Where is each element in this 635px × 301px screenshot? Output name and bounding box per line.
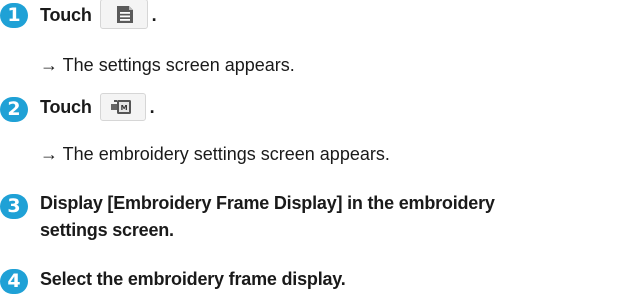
step-3-instruction-line-2: settings screen. bbox=[40, 220, 174, 240]
instruction-period: . bbox=[151, 5, 157, 25]
step-number-badge: 3 bbox=[0, 194, 28, 219]
instruction-text: Touch bbox=[40, 5, 92, 25]
step-number-badge: 2 bbox=[0, 97, 28, 122]
step-3-instruction-line-1: Display [Embroidery Frame Display] in th… bbox=[40, 193, 495, 213]
step-number-badge: 1 bbox=[0, 3, 28, 28]
step-2-instruction: Touch M . bbox=[40, 92, 155, 121]
step-2-result: → The embroidery settings screen appears… bbox=[40, 144, 390, 164]
instruction-text: Touch bbox=[40, 97, 92, 117]
step-1-result: → The settings screen appears. bbox=[40, 55, 295, 75]
instruction-period: . bbox=[149, 97, 155, 117]
step-4-instruction: Select the embroidery frame display. bbox=[40, 269, 346, 289]
step-number-badge: 4 bbox=[0, 269, 28, 294]
embroidery-settings-icon[interactable]: M bbox=[99, 92, 146, 121]
svg-text:M: M bbox=[120, 104, 127, 112]
step-1-instruction: Touch . bbox=[40, 0, 157, 30]
settings-document-icon[interactable] bbox=[99, 0, 148, 30]
